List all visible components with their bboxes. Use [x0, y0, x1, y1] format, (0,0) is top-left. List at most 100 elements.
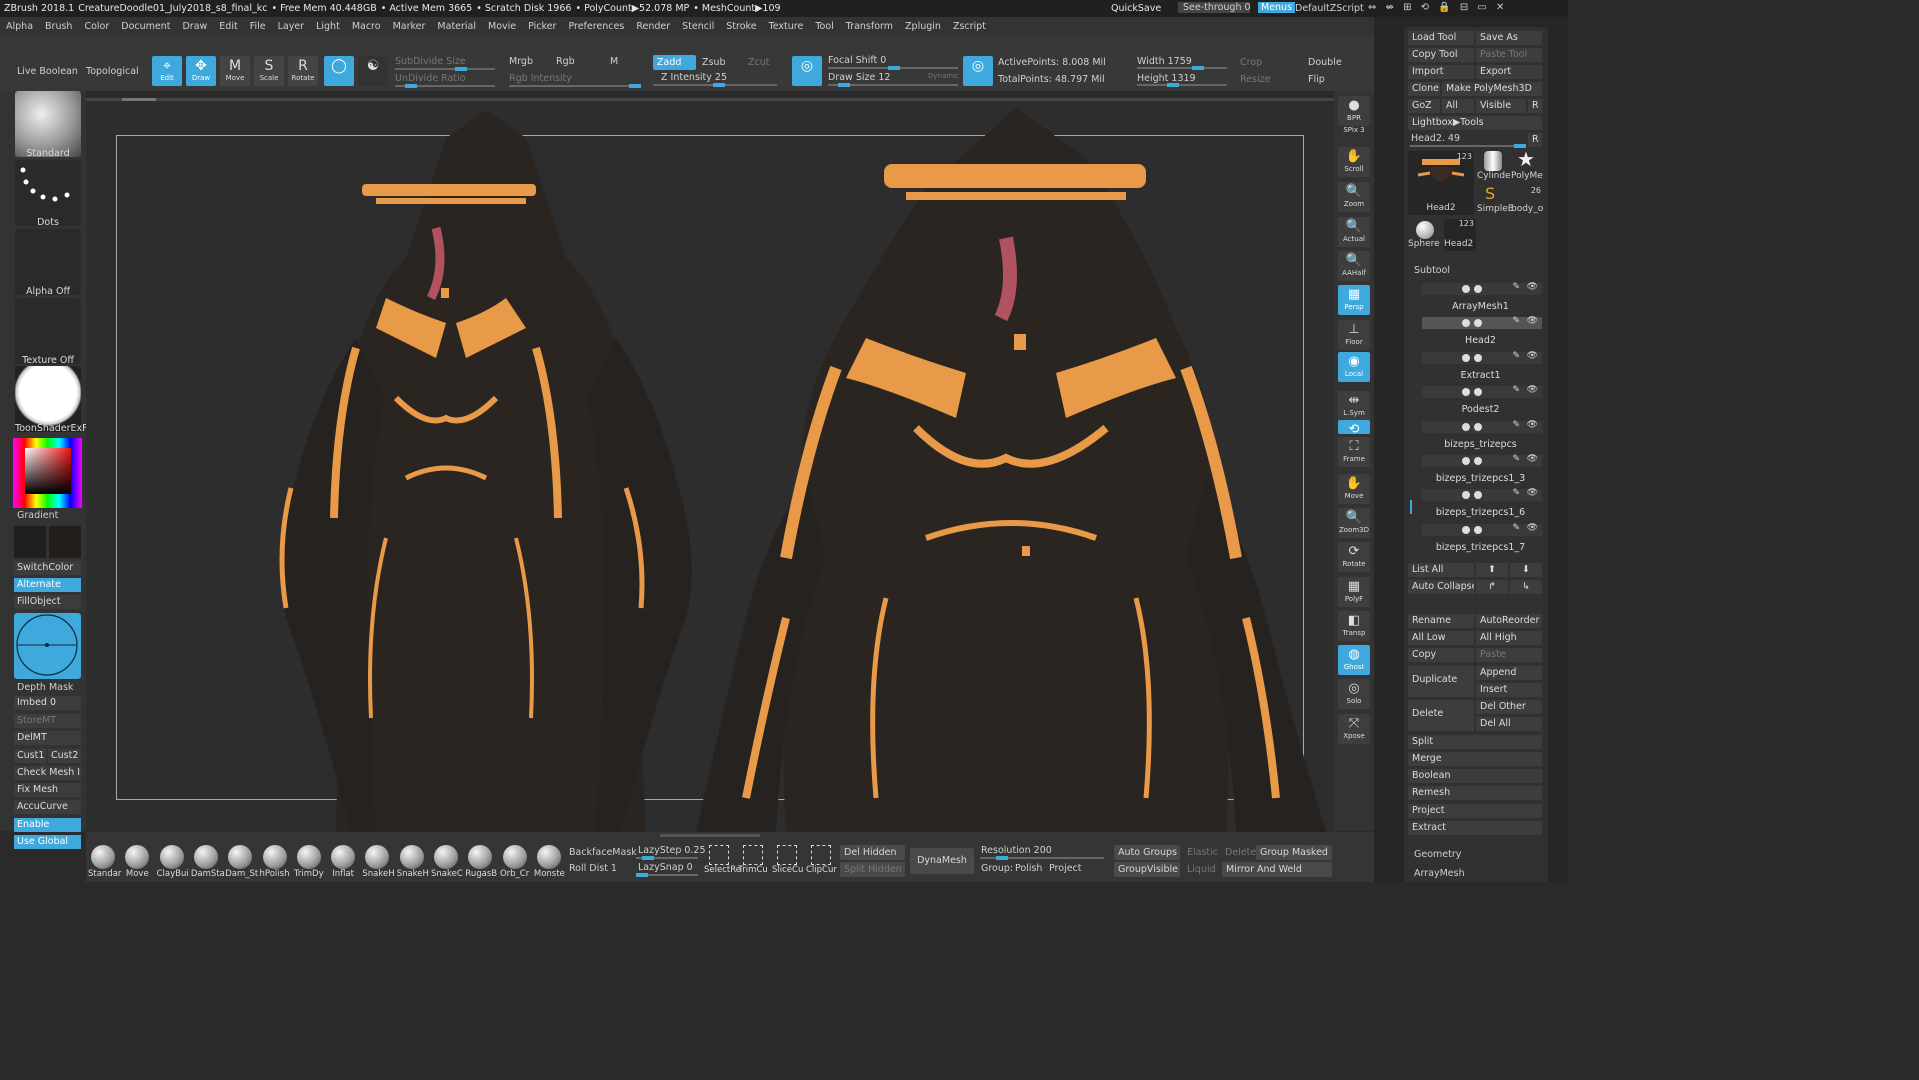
paste-subtool-button[interactable]: Paste [1476, 648, 1542, 662]
scale-button[interactable]: S Scale [254, 56, 284, 86]
eye-icon[interactable]: 👁 [1527, 351, 1538, 361]
live-boolean-button[interactable]: Live Boolean [17, 66, 78, 77]
delmt-button[interactable]: DelMT [14, 731, 81, 745]
mrgb-button[interactable]: Mrgb [509, 56, 533, 67]
secondary-color-swatch[interactable] [49, 526, 81, 558]
menu-document[interactable]: Document [115, 21, 176, 32]
save-as-button[interactable]: Save As [1476, 31, 1542, 45]
del-other-button[interactable]: Del Other [1476, 700, 1542, 714]
lazystep-track[interactable] [636, 856, 698, 860]
brush-slot-monste[interactable]: Monste [534, 845, 565, 879]
rightshelf-move[interactable]: ✋ Move [1338, 474, 1370, 504]
viewport-canvas[interactable] [86, 98, 1334, 832]
polymesh-thumb[interactable]: ★ PolyMe [1511, 147, 1545, 183]
load-tool-button[interactable]: Load Tool [1408, 31, 1474, 45]
flip-button[interactable]: Flip [1308, 74, 1325, 85]
polypaint-toggle-icon[interactable] [1462, 491, 1470, 500]
brush-slot-orb_cr[interactable]: Orb_Cr [500, 845, 530, 879]
arraymesh-section[interactable]: ArrayMesh [1414, 868, 1465, 879]
zsub-button[interactable]: Zsub [702, 57, 726, 68]
subtool-item[interactable]: 👁 ✎ ArrayMesh1 [1418, 282, 1543, 316]
color-toggle-icon[interactable] [1474, 491, 1482, 500]
export-button[interactable]: Export [1476, 65, 1542, 79]
eye-icon[interactable]: 👁 [1527, 454, 1538, 464]
enable-button[interactable]: Enable [14, 818, 81, 832]
polish-button[interactable]: Polish [1015, 863, 1042, 874]
list-all-button[interactable]: List All [1408, 563, 1474, 577]
duplicate-button[interactable]: Duplicate [1408, 666, 1474, 697]
brush-slot-snakeh[interactable]: SnakeH [362, 845, 395, 879]
all-low-button[interactable]: All Low [1408, 631, 1474, 645]
material-sphere-button[interactable]: ☯ [358, 56, 388, 86]
menu-color[interactable]: Color [78, 21, 115, 32]
color-square[interactable] [25, 448, 71, 494]
current-tool-slider[interactable]: Head2. 49 [1411, 133, 1460, 144]
mirror-and-weld-button[interactable]: Mirror And Weld [1222, 862, 1332, 877]
z-intensity-slider[interactable]: Z Intensity 25 [661, 72, 727, 83]
goz-visible-button[interactable]: Visible [1476, 99, 1526, 113]
brush-icon[interactable]: ✎ [1512, 454, 1520, 464]
roll-dist-slider[interactable]: Roll Dist 1 [569, 863, 617, 874]
boolean-section[interactable]: Boolean [1408, 769, 1542, 783]
brush-slot-inflat[interactable]: Inflat [328, 845, 358, 879]
subtool-item[interactable]: 👁 ✎ bizeps_trizepcs1_7 [1418, 523, 1543, 557]
brush-slot-standar[interactable]: Standar [88, 845, 121, 879]
draw-button[interactable]: ✥ Draw [186, 56, 216, 86]
polypaint-toggle-icon[interactable] [1462, 353, 1470, 362]
menu-stroke[interactable]: Stroke [720, 21, 762, 32]
menu-edit[interactable]: Edit [213, 21, 243, 32]
arrow-right-up-button[interactable]: ↱ [1476, 580, 1508, 594]
eye-icon[interactable]: 👁 [1527, 316, 1538, 326]
brush-slot-claybui[interactable]: ClayBui [157, 845, 189, 879]
rightshelf-solo[interactable]: ◎ Solo [1338, 679, 1370, 709]
use-global-button[interactable]: Use Global [14, 835, 81, 849]
menu-transform[interactable]: Transform [840, 21, 899, 32]
zadd-button[interactable]: Zadd [653, 55, 696, 70]
autoreorder-button[interactable]: AutoReorder [1476, 614, 1542, 628]
points-icon-button[interactable]: ◎ [963, 56, 993, 86]
depth-mask-widget[interactable] [14, 613, 81, 679]
tool-r-button[interactable]: R [1528, 133, 1542, 147]
subtool-item[interactable]: 👁 ✎ bizeps_trizepcs [1418, 420, 1543, 454]
menu-zplugin[interactable]: Zplugin [899, 21, 947, 32]
brush-icon[interactable]: ✎ [1512, 351, 1520, 361]
rightshelf-rotate[interactable]: ⟳ Rotate [1338, 542, 1370, 572]
focal-shift-icon-button[interactable]: ◎ [792, 56, 822, 86]
color-toggle-icon[interactable] [1474, 457, 1482, 465]
menu-render[interactable]: Render [630, 21, 676, 32]
color-toggle-icon[interactable] [1474, 353, 1482, 362]
brush-slot-hpolish[interactable]: hPolish [260, 845, 290, 879]
subtool-header[interactable]: Subtool [1414, 265, 1450, 276]
focal-shift-track[interactable] [828, 66, 958, 70]
import-button[interactable]: Import [1408, 65, 1474, 79]
subtool-row-controls[interactable]: 👁 ✎ [1422, 420, 1542, 433]
fix-mesh-button[interactable]: Fix Mesh [14, 783, 81, 797]
z-intensity-track[interactable] [653, 83, 777, 87]
alternate-button[interactable]: Alternate [14, 578, 81, 592]
menu-zscript[interactable]: Zscript [947, 21, 992, 32]
menu-preferences[interactable]: Preferences [562, 21, 630, 32]
sphere-thumb[interactable]: Sphere [1408, 219, 1442, 251]
rotate-button[interactable]: R Rotate [288, 56, 318, 86]
storemt-button[interactable]: StoreMT [14, 714, 81, 728]
subtool-item[interactable]: 👁 ✎ Podest2 [1418, 385, 1543, 419]
rightshelf-ghost[interactable]: ◍ Ghost [1338, 645, 1370, 675]
subtool-row-controls[interactable]: 👁 ✎ [1422, 282, 1542, 295]
rightshelf-local[interactable]: ◉ Local [1338, 352, 1370, 382]
rightshelf-l-sym[interactable]: ⇹ L.Sym [1338, 391, 1370, 421]
subdivide-size-track[interactable] [395, 67, 495, 71]
brush-icon[interactable]: ✎ [1512, 488, 1520, 498]
menu-layer[interactable]: Layer [272, 21, 311, 32]
rightshelf-zoom[interactable]: 🔍 Zoom [1338, 182, 1370, 212]
subtool-row-controls[interactable]: 👁 ✎ [1422, 523, 1542, 536]
rgb-button[interactable]: Rgb [556, 56, 575, 67]
groupvisible-button[interactable]: GroupVisible [1114, 862, 1180, 877]
draw-size-track[interactable] [828, 83, 958, 87]
lazysnap-track[interactable] [636, 873, 698, 877]
subtool-item[interactable]: 👁 ✎ bizeps_trizepcs1_3 [1418, 454, 1543, 488]
color-toggle-icon[interactable] [1474, 525, 1482, 534]
accucurve-button[interactable]: AccuCurve [14, 800, 81, 814]
elastic-button[interactable]: Elastic [1187, 847, 1218, 858]
menu-tool[interactable]: Tool [809, 21, 839, 32]
topological-button[interactable]: Topological [86, 66, 139, 77]
